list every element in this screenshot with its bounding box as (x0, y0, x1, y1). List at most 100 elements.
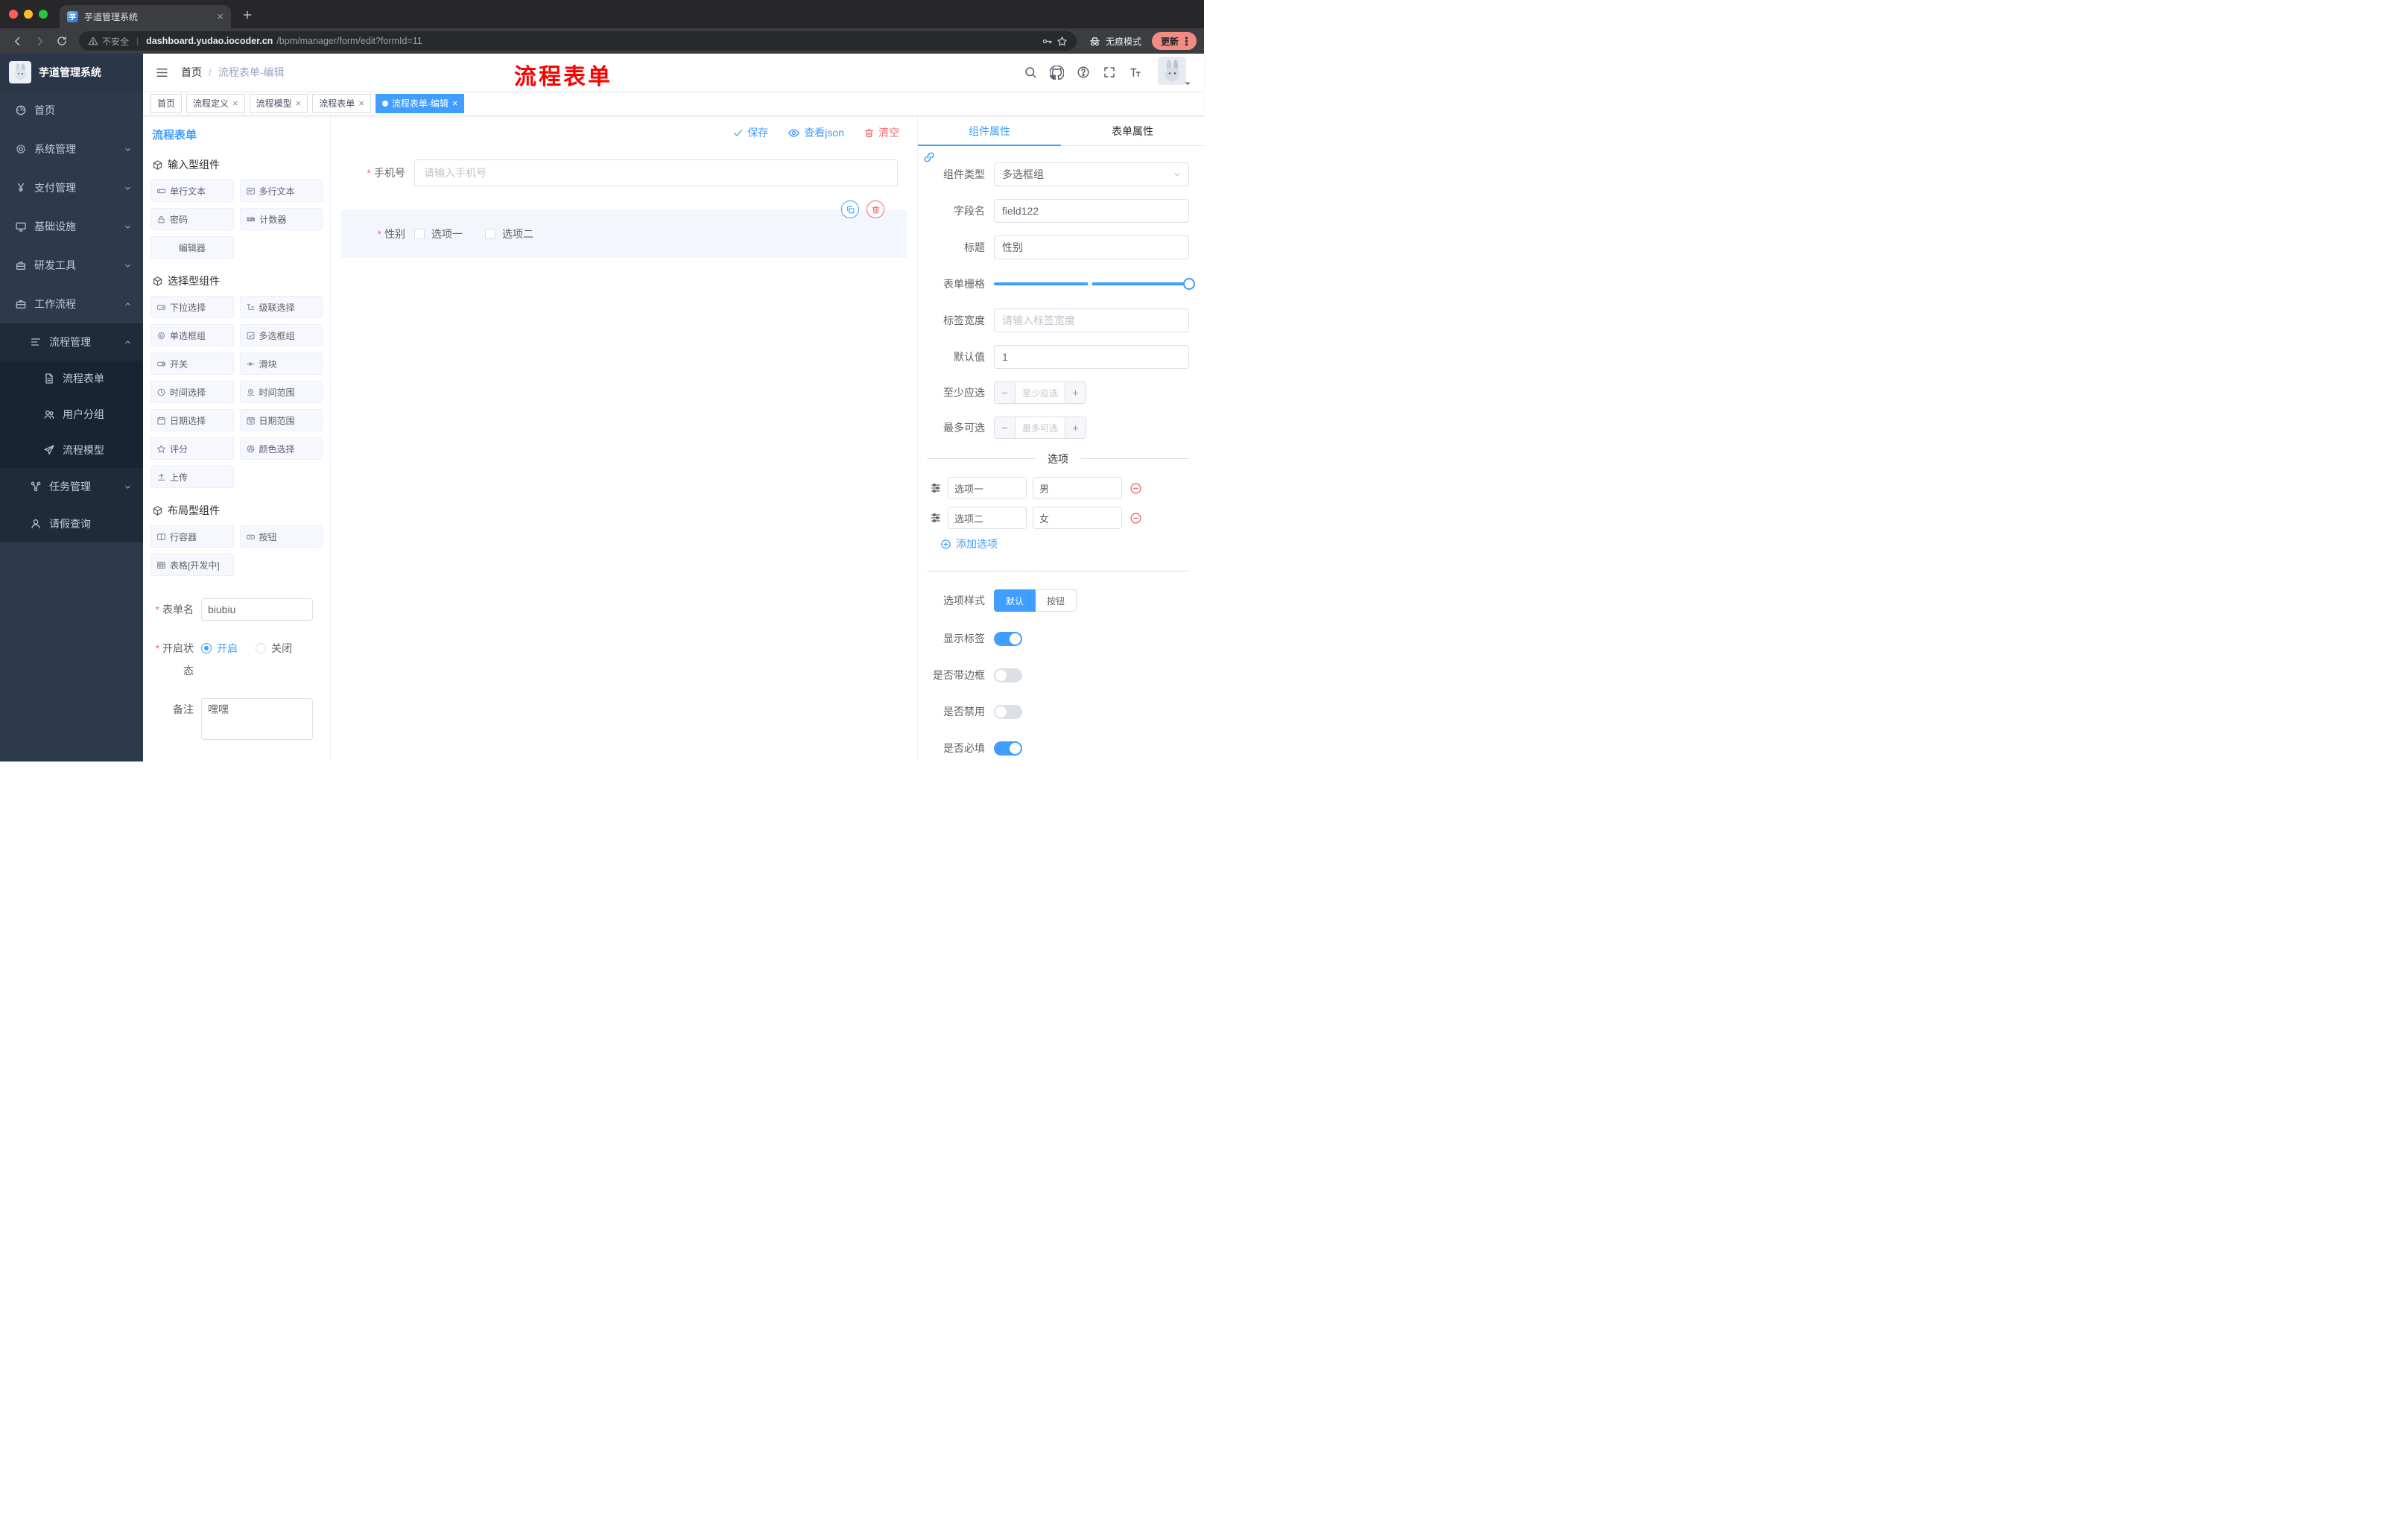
browser-update-button[interactable]: 更新 (1151, 32, 1197, 50)
option-value-input[interactable] (1033, 477, 1122, 499)
default-value-input[interactable] (994, 345, 1189, 369)
option-value-input[interactable] (1033, 507, 1122, 529)
checkbox-option-1[interactable]: 选项一 (414, 227, 463, 241)
github-icon[interactable] (1050, 66, 1064, 80)
sidebar-item-leave-query[interactable]: 请假查询 (0, 505, 143, 542)
slider-runway[interactable] (994, 278, 1195, 290)
min-select-value[interactable]: 至少应选 (1016, 382, 1065, 403)
save-button[interactable]: 保存 (732, 125, 768, 140)
title-input[interactable] (994, 235, 1189, 259)
sidebar-item-home[interactable]: 首页 (0, 91, 143, 130)
component-upload[interactable]: 上传 (150, 466, 234, 488)
component-counter[interactable]: 计数器 (239, 208, 323, 230)
new-tab-button[interactable] (241, 7, 253, 20)
close-icon[interactable]: × (358, 98, 364, 108)
grid-slider[interactable] (994, 272, 1195, 296)
back-button[interactable] (7, 31, 27, 51)
form-remark-textarea[interactable]: 嘿嘿 (201, 698, 313, 740)
checkbox-option-2[interactable]: 选项二 (485, 227, 533, 241)
browser-tab[interactable]: 芋 芋道管理系统 × (60, 5, 231, 28)
url-bar[interactable]: 不安全 | dashboard.yudao.iocoder.cn/bpm/man… (79, 31, 1077, 51)
component-color-picker[interactable]: 颜色选择 (239, 437, 323, 460)
reload-button[interactable] (52, 31, 72, 51)
sidebar-item-task-mgmt[interactable]: 任务管理 (0, 468, 143, 505)
component-password[interactable]: 密码 (150, 208, 234, 230)
sidebar-item-user-group[interactable]: 用户分组 (0, 396, 143, 432)
disabled-toggle[interactable] (994, 704, 1022, 719)
component-checkbox-group[interactable]: 多选框组 (239, 324, 323, 346)
component-switch[interactable]: 开关 (150, 352, 234, 375)
add-option-button[interactable]: 添加选项 (940, 536, 1189, 551)
component-slider[interactable]: 滑块 (239, 352, 323, 375)
user-menu[interactable] (1158, 57, 1192, 88)
sidebar-item-infra[interactable]: 基础设施 (0, 207, 143, 246)
tag-process-form-edit[interactable]: 流程表单-编辑 × (375, 93, 465, 113)
status-on-radio[interactable]: 开启 (201, 637, 238, 659)
tag-process-definition[interactable]: 流程定义 × (186, 93, 245, 113)
slider-handle[interactable] (1183, 278, 1195, 290)
phone-input[interactable] (414, 159, 898, 186)
field-name-input[interactable] (994, 199, 1189, 223)
component-cascader[interactable]: 级联选择 (239, 296, 323, 318)
tab-component-props[interactable]: 组件属性 (918, 116, 1061, 146)
clear-button[interactable]: 清空 (864, 125, 899, 140)
border-toggle[interactable] (994, 668, 1022, 683)
component-multiline-text[interactable]: 多行文本 (239, 180, 323, 202)
status-off-radio[interactable]: 关闭 (256, 637, 292, 659)
forward-button[interactable] (30, 31, 49, 51)
tab-close-icon[interactable]: × (217, 11, 224, 22)
sidebar-item-process-mgmt[interactable]: 流程管理 (0, 323, 143, 361)
required-toggle[interactable] (994, 741, 1022, 756)
max-select-value[interactable]: 最多可选 (1016, 417, 1065, 438)
show-label-toggle[interactable] (994, 631, 1022, 646)
component-editor[interactable]: 编辑器 (150, 236, 234, 259)
close-icon[interactable]: × (232, 98, 238, 108)
style-button-button[interactable]: 按钮 (1036, 589, 1077, 612)
component-date-picker[interactable]: 日期选择 (150, 409, 234, 431)
close-icon[interactable]: × (296, 98, 302, 108)
decrease-button[interactable]: − (995, 417, 1016, 438)
component-table[interactable]: 表格[开发中] (150, 554, 234, 576)
option-label-input[interactable] (948, 507, 1027, 529)
view-json-button[interactable]: 查看json (788, 125, 844, 140)
tag-process-model[interactable]: 流程模型 × (249, 93, 308, 113)
drag-sliders-icon[interactable] (930, 512, 942, 524)
component-date-range[interactable]: 日期范围 (239, 409, 323, 431)
checkbox-box[interactable] (485, 229, 495, 239)
search-icon[interactable] (1024, 66, 1037, 79)
sidebar-item-process-model[interactable]: 流程模型 (0, 432, 143, 468)
component-time-range[interactable]: 时间范围 (239, 381, 323, 403)
canvas-field-phone[interactable]: 手机号 (341, 159, 907, 186)
fullscreen-icon[interactable] (1103, 66, 1116, 79)
remove-option-button[interactable] (1129, 512, 1142, 525)
component-time-picker[interactable]: 时间选择 (150, 381, 234, 403)
checkbox-box[interactable] (414, 229, 425, 239)
breadcrumb-home[interactable]: 首页 (181, 65, 202, 80)
zoom-window-button[interactable] (39, 10, 48, 19)
component-button[interactable]: 按钮 (239, 525, 323, 548)
link-icon[interactable] (922, 151, 936, 164)
component-type-select[interactable]: 多选框组 (994, 162, 1189, 186)
sidebar-item-process-form[interactable]: 流程表单 (0, 361, 143, 396)
font-size-icon[interactable] (1129, 66, 1142, 79)
form-name-input[interactable] (201, 598, 313, 621)
minimize-window-button[interactable] (24, 10, 33, 19)
component-rate[interactable]: 评分 (150, 437, 234, 460)
sidebar-item-payment[interactable]: 支付管理 (0, 168, 143, 207)
close-icon[interactable]: × (452, 98, 458, 108)
increase-button[interactable]: + (1065, 382, 1086, 403)
tag-process-form[interactable]: 流程表单 × (312, 93, 371, 113)
sidebar-item-devtools[interactable]: 研发工具 (0, 246, 143, 285)
component-row-container[interactable]: 行容器 (150, 525, 234, 548)
delete-field-button[interactable] (866, 200, 884, 218)
component-dropdown[interactable]: 下拉选择 (150, 296, 234, 318)
component-single-line-text[interactable]: 单行文本 (150, 180, 234, 202)
increase-button[interactable]: + (1065, 417, 1086, 438)
sidebar-logo[interactable]: 芋道管理系统 (0, 54, 143, 91)
remove-option-button[interactable] (1129, 482, 1142, 495)
tag-home[interactable]: 首页 (150, 93, 183, 113)
option-label-input[interactable] (948, 477, 1027, 499)
help-icon[interactable] (1077, 66, 1090, 79)
tab-form-props[interactable]: 表单属性 (1061, 116, 1204, 145)
password-key-icon[interactable] (1042, 35, 1053, 46)
